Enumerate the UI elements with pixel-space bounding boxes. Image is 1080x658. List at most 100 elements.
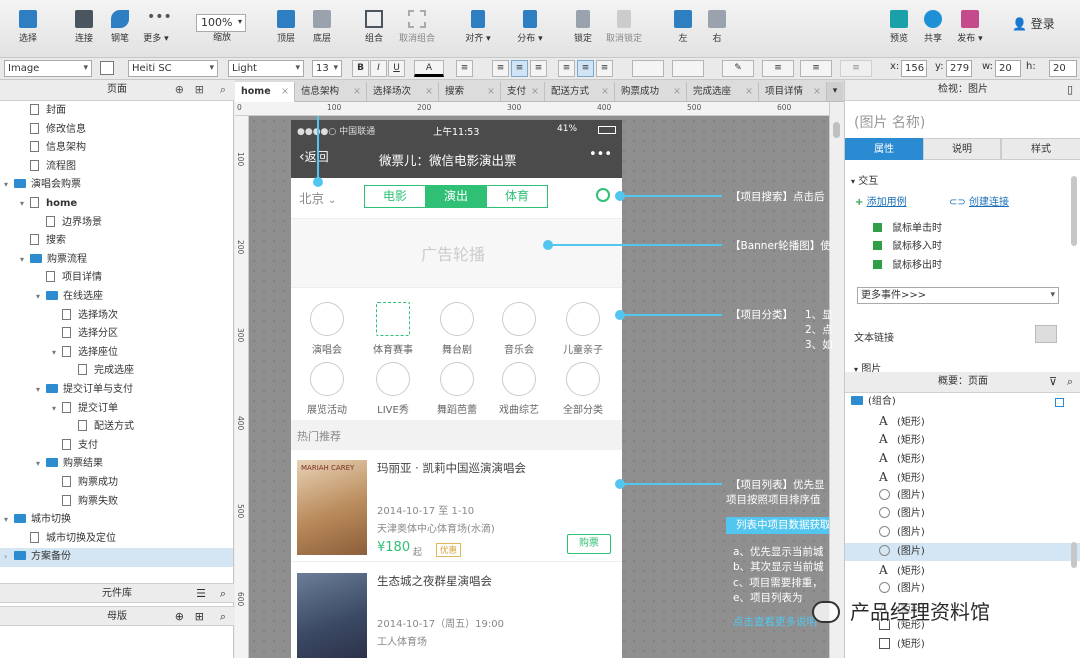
tree-item[interactable]: 搜索 bbox=[0, 232, 233, 251]
list-item[interactable]: MARIAH CAREY 玛丽亚 · 凯莉中国巡演演唱会 2014-10-17 … bbox=[291, 450, 622, 562]
image-name-field[interactable]: (图片 名称) bbox=[854, 112, 925, 132]
category-item[interactable]: 演唱会 bbox=[297, 302, 357, 356]
filter-icon[interactable]: ⊽ bbox=[1049, 372, 1057, 392]
expand-arrow-icon[interactable]: ▾ bbox=[20, 251, 30, 269]
pen-tool-button[interactable]: 钢笔 bbox=[102, 6, 138, 54]
close-icon[interactable]: × bbox=[353, 82, 361, 101]
bring-front-button[interactable]: 顶层 bbox=[268, 6, 304, 54]
add-case-link[interactable]: + 添加用例 bbox=[855, 193, 907, 208]
font-size-select[interactable]: 13 bbox=[312, 60, 342, 77]
align-right-button[interactable]: ≡ bbox=[530, 60, 547, 77]
publish-button[interactable]: 发布 ▾ bbox=[952, 6, 988, 54]
tree-item[interactable]: 完成选座 bbox=[0, 362, 233, 381]
close-icon[interactable]: × bbox=[487, 82, 495, 101]
valign-top-button[interactable]: ≡ bbox=[558, 60, 575, 77]
outline-item[interactable]: (矩形) bbox=[845, 636, 1080, 655]
inspector-scrollbar[interactable] bbox=[1071, 176, 1077, 246]
close-icon[interactable]: × bbox=[531, 82, 539, 101]
outline-item[interactable]: A (矩形) bbox=[845, 449, 1080, 468]
tree-item[interactable]: 信息架构 bbox=[0, 139, 233, 158]
close-icon[interactable]: × bbox=[813, 82, 821, 101]
category-item[interactable]: 舞蹈芭蕾 bbox=[427, 362, 487, 416]
tree-item[interactable]: 项目详情 bbox=[0, 269, 233, 288]
outline-item[interactable]: A (矩形) bbox=[845, 412, 1080, 431]
valign-bottom-button[interactable]: ≡ bbox=[596, 60, 613, 77]
segment-sport[interactable]: 体育 bbox=[486, 186, 547, 207]
add-page-icon[interactable]: ⊕ bbox=[175, 80, 184, 100]
tree-item[interactable]: ▾ 演唱会购票 bbox=[0, 176, 233, 195]
create-link-link[interactable]: ⊂⊃ 创建连接 bbox=[949, 193, 1009, 208]
distribute-button[interactable]: 分布 ▾ bbox=[510, 6, 550, 54]
segment-movie[interactable]: 电影 bbox=[365, 186, 426, 207]
list-item[interactable]: 生态城之夜群星演唱会 2014-10-17（周五）19:00 工人体育场 bbox=[291, 563, 622, 658]
add-master-icon[interactable]: ⊕ bbox=[175, 607, 184, 626]
outline-item[interactable]: (图片) bbox=[845, 505, 1080, 524]
expand-arrow-icon[interactable]: › bbox=[4, 548, 14, 566]
tree-item[interactable]: ▾ 购票流程 bbox=[0, 251, 233, 270]
search-icon[interactable]: ⌕ bbox=[220, 80, 226, 100]
close-icon[interactable]: × bbox=[425, 82, 433, 101]
line-color-button[interactable]: ✎ bbox=[722, 60, 754, 77]
outline-item[interactable]: A (矩形) bbox=[845, 430, 1080, 449]
align-button[interactable]: 对齐 ▾ bbox=[458, 6, 498, 54]
fill-color-button[interactable] bbox=[632, 60, 664, 77]
search-icon[interactable] bbox=[596, 188, 610, 202]
x-field[interactable]: 156 bbox=[901, 60, 927, 77]
text-link-button[interactable] bbox=[1035, 325, 1057, 343]
close-icon[interactable]: × bbox=[673, 82, 681, 101]
underline-button[interactable]: U bbox=[388, 60, 405, 77]
expand-arrow-icon[interactable]: ▾ bbox=[36, 381, 46, 399]
tree-item[interactable]: 配送方式 bbox=[0, 418, 233, 437]
select-tool-button[interactable]: 选择 bbox=[8, 6, 48, 54]
tab-page[interactable]: 搜索 × bbox=[439, 82, 501, 102]
menu-icon[interactable]: ☰ bbox=[196, 584, 206, 603]
widget-type-select[interactable]: Image bbox=[4, 60, 92, 77]
city-selector[interactable]: 北京 ⌄ bbox=[299, 188, 336, 207]
tab-page[interactable]: 信息架构 × bbox=[295, 82, 367, 102]
tree-item[interactable]: ▾ 提交订单 bbox=[0, 400, 233, 419]
h-field[interactable]: 20 bbox=[1049, 60, 1077, 77]
category-item[interactable]: 舞台剧 bbox=[427, 302, 487, 356]
unlock-button[interactable]: 取消锁定 bbox=[602, 6, 646, 54]
tab-page[interactable]: 项目详情 × bbox=[759, 82, 827, 102]
bold-button[interactable]: B bbox=[352, 60, 369, 77]
outline-item[interactable]: (图片) bbox=[845, 524, 1080, 543]
outline-item[interactable]: A (矩形) bbox=[845, 561, 1080, 580]
tab-notes[interactable]: 说明 bbox=[923, 138, 1001, 160]
tree-item[interactable]: 封面 bbox=[0, 102, 233, 121]
close-icon[interactable]: × bbox=[601, 82, 609, 101]
arrow-style-button[interactable]: ≡ bbox=[840, 60, 872, 77]
align-center-button[interactable]: ≡ bbox=[511, 60, 528, 77]
tree-item[interactable]: ▾ 提交订单与支付 bbox=[0, 381, 233, 400]
expand-arrow-icon[interactable]: ▾ bbox=[20, 195, 30, 213]
tabs-overflow-button[interactable]: ▾ bbox=[827, 82, 843, 101]
add-folder-icon[interactable]: ⊞ bbox=[195, 607, 204, 626]
category-item[interactable]: 戏曲综艺 bbox=[489, 362, 549, 416]
expand-arrow-icon[interactable]: ▾ bbox=[52, 344, 62, 362]
tree-item[interactable]: 选择场次 bbox=[0, 307, 233, 326]
event-onmouseenter[interactable]: 鼠标移入时 bbox=[873, 237, 942, 252]
tree-item[interactable]: 选择分区 bbox=[0, 325, 233, 344]
category-item[interactable]: 全部分类 bbox=[553, 362, 613, 416]
segment-show[interactable]: 演出 bbox=[426, 186, 486, 207]
category-item[interactable]: 体育赛事 bbox=[363, 302, 423, 356]
lock-button[interactable]: 锁定 bbox=[566, 6, 600, 54]
tree-item[interactable]: ▾ 购票结果 bbox=[0, 455, 233, 474]
close-icon[interactable]: × bbox=[745, 82, 753, 101]
connect-tool-button[interactable]: 连接 bbox=[66, 6, 102, 54]
outline-item[interactable]: (组合) bbox=[845, 393, 1080, 412]
outline-item[interactable]: (图片) bbox=[845, 542, 1080, 562]
y-field[interactable]: 279 bbox=[946, 60, 972, 77]
tree-item[interactable]: 边界场景 bbox=[0, 214, 233, 233]
interaction-section[interactable]: ▾ 交互 bbox=[851, 172, 878, 187]
tab-page[interactable]: 购票成功 × bbox=[615, 82, 687, 102]
scroll-thumb[interactable] bbox=[833, 122, 840, 138]
masters-panel-header[interactable]: 母版 ⌕ ⊞ ⊕ bbox=[0, 606, 234, 626]
expand-arrow-icon[interactable]: ▾ bbox=[52, 400, 62, 418]
text-color-button[interactable]: A bbox=[414, 60, 444, 77]
category-item[interactable]: 展览活动 bbox=[297, 362, 357, 416]
font-weight-select[interactable]: Light bbox=[228, 60, 304, 77]
line-style-button[interactable]: ≡ bbox=[800, 60, 832, 77]
buy-button[interactable]: 购票 bbox=[567, 534, 611, 554]
library-panel-header[interactable]: 元件库 ⌕ ☰ bbox=[0, 583, 234, 603]
